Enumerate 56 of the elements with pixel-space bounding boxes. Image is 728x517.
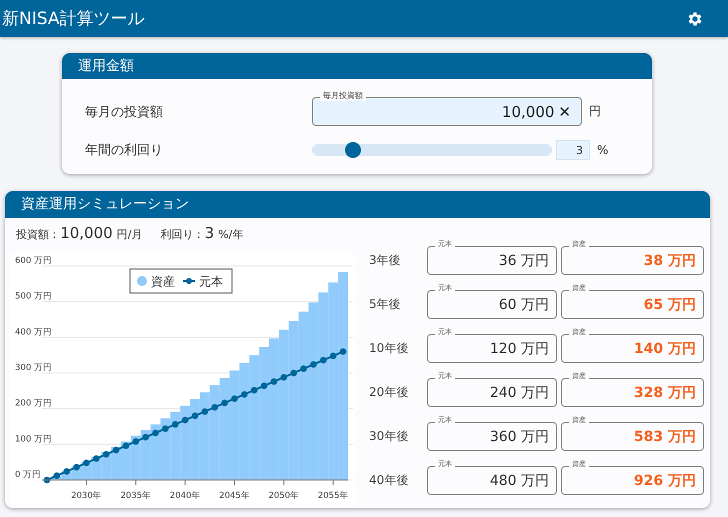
asset-bar	[150, 424, 160, 480]
axis-label: 2040年	[170, 491, 200, 501]
summary-value: 3	[204, 224, 214, 242]
asset-field: 328 万円	[561, 378, 704, 407]
slider-thumb[interactable]	[344, 142, 361, 158]
period-label: 20年後	[369, 384, 410, 401]
legend-label: 資産	[151, 274, 175, 288]
axis-label: 100 万円	[15, 434, 52, 444]
period-label: 10年後	[369, 340, 410, 357]
principal-field: 120 万円	[427, 334, 557, 363]
axis-label: 2035年	[120, 491, 152, 501]
clear-button[interactable]: ✕	[558, 102, 571, 120]
unit-label: %	[597, 143, 608, 157]
asset-field: 140 万円	[561, 334, 704, 363]
period-label: 5年後	[369, 296, 402, 313]
axis-label: 400 万円	[15, 327, 52, 338]
field-label: 毎月の投資額	[85, 104, 164, 120]
axis-label: 500 万円	[15, 292, 52, 302]
rate-value: 3	[556, 140, 590, 160]
settings-icon[interactable]	[686, 10, 704, 28]
axis-label: 2050年	[268, 491, 300, 501]
principal-field: 360 万円	[427, 422, 557, 451]
field-label: 年間の利回り	[85, 142, 164, 159]
principal-field: 480 万円	[427, 466, 557, 495]
asset-field: 65 万円	[561, 290, 704, 319]
summary-label: 利回り :	[160, 227, 201, 242]
period-label: 3年後	[369, 252, 402, 269]
asset-bar	[140, 430, 151, 480]
axis-label: 0 万円	[15, 470, 42, 480]
legend-swatch	[137, 276, 147, 286]
card-title: 資産運用シミュレーション	[5, 191, 710, 218]
summary-value: 10,000	[60, 224, 113, 242]
principal-field: 36 万円	[427, 246, 557, 275]
asset-field: 926 万円	[561, 466, 704, 495]
principal-field: 60 万円	[427, 290, 557, 319]
summary-unit: 円/月	[116, 227, 142, 242]
floating-label: 毎月投資額	[320, 90, 366, 101]
period-label: 30年後	[369, 428, 410, 445]
legend-label: 元本	[199, 274, 223, 288]
summary-label: 投資額 :	[16, 227, 56, 242]
app-title: 新NISA計算ツール	[2, 8, 144, 30]
axis-label: 300 万円	[15, 363, 52, 373]
unit-label: 円	[589, 103, 601, 120]
axis-label: 2045年	[219, 491, 250, 501]
rate-slider[interactable]	[312, 144, 552, 156]
asset-field: 583 万円	[561, 422, 704, 451]
summary-unit: %/年	[218, 227, 244, 242]
axis-label: 2030年	[71, 491, 102, 501]
card-title: 運用金額	[62, 53, 652, 79]
principal-field: 240 万円	[427, 378, 557, 407]
legend-swatch	[183, 278, 195, 284]
asset-field: 38 万円	[561, 246, 704, 275]
axis-label: 600 万円	[15, 256, 52, 266]
axis-label: 2055年	[318, 491, 349, 501]
axis-label: 200 万円	[15, 398, 52, 409]
period-label: 40年後	[369, 472, 410, 489]
